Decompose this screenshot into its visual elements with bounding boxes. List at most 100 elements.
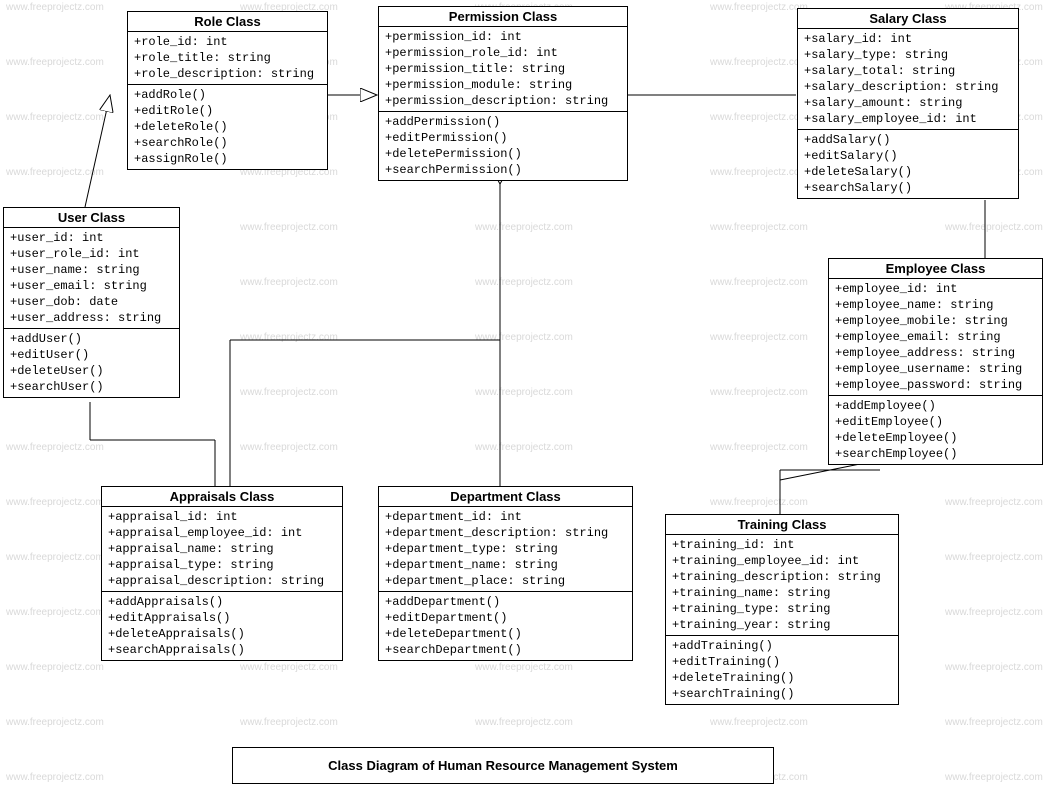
class-permission-methods: +addPermission()+editPermission()+delete… <box>379 112 627 180</box>
class-member: +deleteSalary() <box>804 164 1012 180</box>
class-member: +user_id: int <box>10 230 173 246</box>
class-member: +addEmployee() <box>835 398 1036 414</box>
class-member: +user_address: string <box>10 310 173 326</box>
class-member: +employee_name: string <box>835 297 1036 313</box>
class-member: +salary_id: int <box>804 31 1012 47</box>
class-member: +editTraining() <box>672 654 892 670</box>
class-user-methods: +addUser()+editUser()+deleteUser()+searc… <box>4 329 179 397</box>
class-user-title: User Class <box>4 208 179 228</box>
class-member: +searchPermission() <box>385 162 621 178</box>
class-training-methods: +addTraining()+editTraining()+deleteTrai… <box>666 636 898 704</box>
class-member: +permission_id: int <box>385 29 621 45</box>
class-member: +employee_username: string <box>835 361 1036 377</box>
class-training-attrs: +training_id: int+training_employee_id: … <box>666 535 898 636</box>
class-member: +permission_role_id: int <box>385 45 621 61</box>
class-member: +appraisal_type: string <box>108 557 336 573</box>
class-member: +role_id: int <box>134 34 321 50</box>
class-appraisals: Appraisals Class +appraisal_id: int+appr… <box>101 486 343 661</box>
class-member: +employee_id: int <box>835 281 1036 297</box>
class-employee: Employee Class +employee_id: int+employe… <box>828 258 1043 465</box>
class-member: +editPermission() <box>385 130 621 146</box>
class-member: +user_email: string <box>10 278 173 294</box>
class-member: +salary_total: string <box>804 63 1012 79</box>
class-role-title: Role Class <box>128 12 327 32</box>
class-salary: Salary Class +salary_id: int+salary_type… <box>797 8 1019 199</box>
class-member: +user_role_id: int <box>10 246 173 262</box>
class-appraisals-title: Appraisals Class <box>102 487 342 507</box>
class-member: +training_employee_id: int <box>672 553 892 569</box>
class-role-attrs: +role_id: int+role_title: string+role_de… <box>128 32 327 85</box>
class-member: +training_id: int <box>672 537 892 553</box>
class-permission-title: Permission Class <box>379 7 627 27</box>
class-member: +searchEmployee() <box>835 446 1036 462</box>
class-member: +deletePermission() <box>385 146 621 162</box>
class-member: +deleteAppraisals() <box>108 626 336 642</box>
class-role-methods: +addRole()+editRole()+deleteRole()+searc… <box>128 85 327 169</box>
class-member: +editRole() <box>134 103 321 119</box>
class-department: Department Class +department_id: int+dep… <box>378 486 633 661</box>
class-permission-attrs: +permission_id: int+permission_role_id: … <box>379 27 627 112</box>
class-member: +department_id: int <box>385 509 626 525</box>
class-appraisals-attrs: +appraisal_id: int+appraisal_employee_id… <box>102 507 342 592</box>
class-member: +addTraining() <box>672 638 892 654</box>
class-member: +department_description: string <box>385 525 626 541</box>
class-salary-methods: +addSalary()+editSalary()+deleteSalary()… <box>798 130 1018 198</box>
class-member: +appraisal_id: int <box>108 509 336 525</box>
class-member: +training_type: string <box>672 601 892 617</box>
class-member: +employee_mobile: string <box>835 313 1036 329</box>
class-role: Role Class +role_id: int+role_title: str… <box>127 11 328 170</box>
class-member: +assignRole() <box>134 151 321 167</box>
class-appraisals-methods: +addAppraisals()+editAppraisals()+delete… <box>102 592 342 660</box>
class-department-methods: +addDepartment()+editDepartment()+delete… <box>379 592 632 660</box>
class-salary-title: Salary Class <box>798 9 1018 29</box>
class-member: +salary_description: string <box>804 79 1012 95</box>
class-member: +deleteEmployee() <box>835 430 1036 446</box>
class-member: +searchSalary() <box>804 180 1012 196</box>
class-member: +addAppraisals() <box>108 594 336 610</box>
class-user-attrs: +user_id: int+user_role_id: int+user_nam… <box>4 228 179 329</box>
class-employee-attrs: +employee_id: int+employee_name: string+… <box>829 279 1042 396</box>
class-member: +department_place: string <box>385 573 626 589</box>
class-member: +editEmployee() <box>835 414 1036 430</box>
class-member: +searchRole() <box>134 135 321 151</box>
class-member: +permission_description: string <box>385 93 621 109</box>
class-member: +searchUser() <box>10 379 173 395</box>
class-member: +deleteUser() <box>10 363 173 379</box>
class-member: +user_name: string <box>10 262 173 278</box>
class-user: User Class +user_id: int+user_role_id: i… <box>3 207 180 398</box>
class-member: +employee_password: string <box>835 377 1036 393</box>
class-department-title: Department Class <box>379 487 632 507</box>
class-member: +appraisal_employee_id: int <box>108 525 336 541</box>
class-member: +permission_module: string <box>385 77 621 93</box>
class-training-title: Training Class <box>666 515 898 535</box>
class-member: +editDepartment() <box>385 610 626 626</box>
class-member: +training_year: string <box>672 617 892 633</box>
class-department-attrs: +department_id: int+department_descripti… <box>379 507 632 592</box>
class-member: +editUser() <box>10 347 173 363</box>
class-member: +editSalary() <box>804 148 1012 164</box>
class-member: +department_name: string <box>385 557 626 573</box>
class-member: +permission_title: string <box>385 61 621 77</box>
class-member: +editAppraisals() <box>108 610 336 626</box>
class-employee-methods: +addEmployee()+editEmployee()+deleteEmpl… <box>829 396 1042 464</box>
class-member: +deleteRole() <box>134 119 321 135</box>
class-member: +employee_address: string <box>835 345 1036 361</box>
class-member: +addDepartment() <box>385 594 626 610</box>
diagram-caption: Class Diagram of Human Resource Manageme… <box>232 747 774 784</box>
class-member: +addUser() <box>10 331 173 347</box>
class-member: +searchDepartment() <box>385 642 626 658</box>
class-training: Training Class +training_id: int+trainin… <box>665 514 899 705</box>
class-member: +user_dob: date <box>10 294 173 310</box>
class-member: +role_title: string <box>134 50 321 66</box>
class-member: +role_description: string <box>134 66 321 82</box>
class-member: +deleteDepartment() <box>385 626 626 642</box>
class-member: +appraisal_description: string <box>108 573 336 589</box>
class-member: +salary_type: string <box>804 47 1012 63</box>
class-member: +salary_employee_id: int <box>804 111 1012 127</box>
class-permission: Permission Class +permission_id: int+per… <box>378 6 628 181</box>
class-member: +appraisal_name: string <box>108 541 336 557</box>
class-member: +addRole() <box>134 87 321 103</box>
class-member: +searchAppraisals() <box>108 642 336 658</box>
class-salary-attrs: +salary_id: int+salary_type: string+sala… <box>798 29 1018 130</box>
class-member: +addSalary() <box>804 132 1012 148</box>
